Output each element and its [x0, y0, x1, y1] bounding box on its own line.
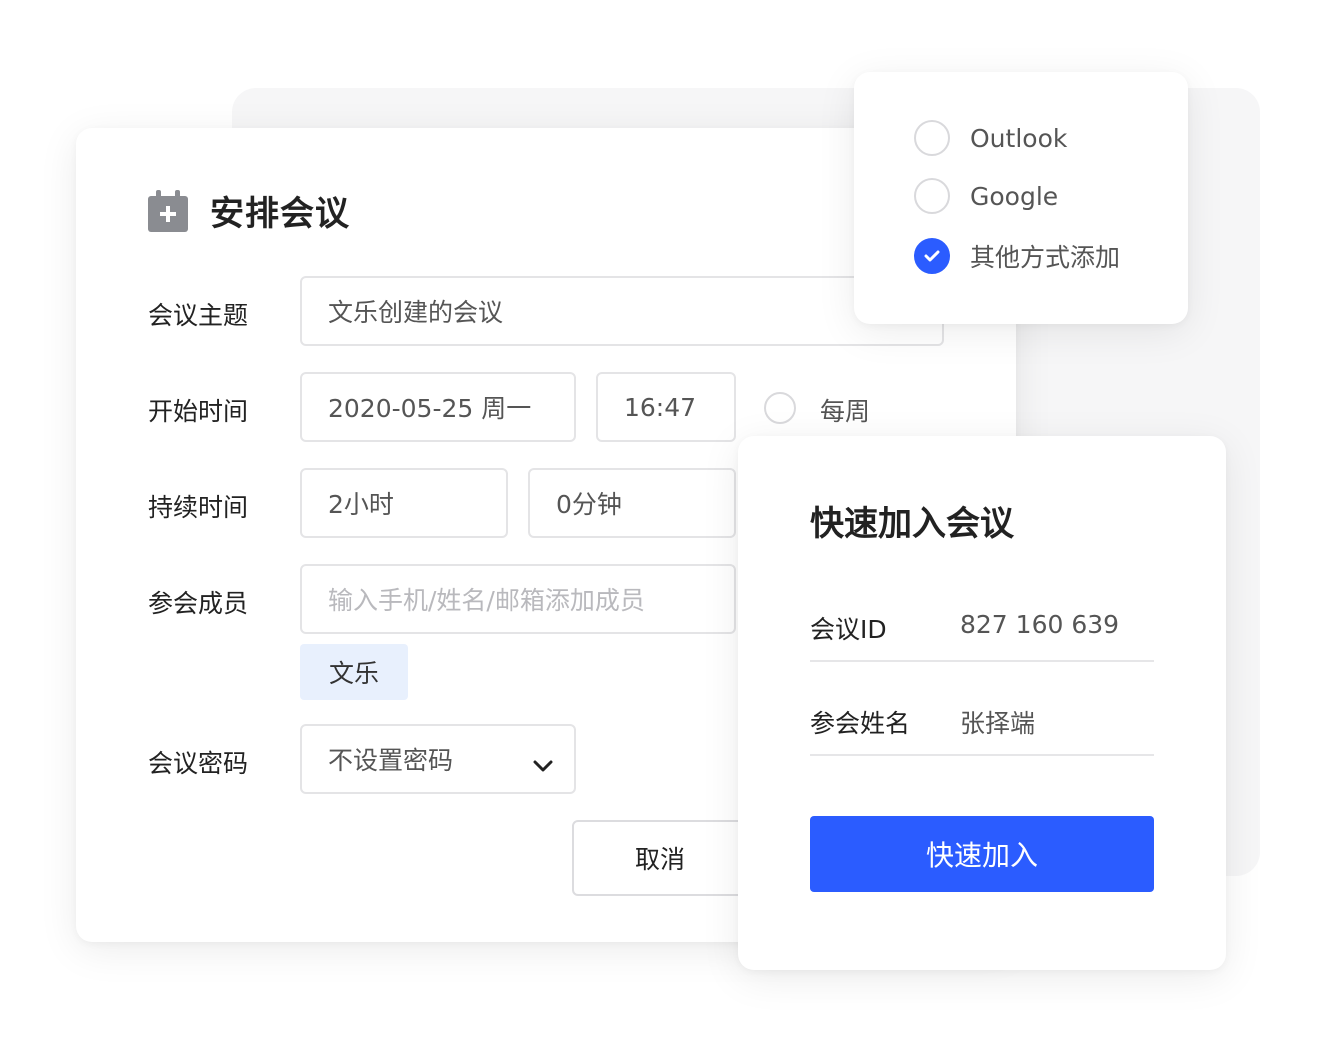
quick-join-card: 快速加入会议 会议ID 827 160 639 参会姓名 张择端 快速加入	[738, 436, 1226, 970]
password-label: 会议密码	[148, 749, 249, 778]
duration-hours-value: 2小时	[328, 490, 394, 519]
duration-minutes-select[interactable]: 0分钟	[528, 468, 736, 538]
topic-input[interactable]: 文乐创建的会议	[300, 276, 944, 346]
members-label: 参会成员	[148, 589, 249, 618]
meeting-id-label: 会议ID	[810, 615, 887, 644]
duration-label: 持续时间	[148, 493, 249, 522]
page-title: 安排会议	[210, 194, 350, 234]
repeat-weekly-radio[interactable]	[764, 392, 796, 424]
repeat-weekly-label: 每周	[820, 397, 871, 426]
time-value: 16:47	[624, 392, 697, 422]
participant-name-label: 参会姓名	[810, 709, 911, 738]
time-picker[interactable]: 16:47	[596, 372, 736, 442]
date-picker[interactable]: 2020-05-25 周一	[300, 372, 576, 442]
quick-join-button[interactable]: 快速加入	[810, 816, 1154, 892]
cancel-button[interactable]: 取消	[572, 820, 748, 896]
other-radio[interactable]	[914, 238, 950, 274]
duration-minutes-value: 0分钟	[556, 490, 622, 519]
other-label: 其他方式添加	[970, 243, 1121, 272]
quick-join-title: 快速加入会议	[810, 504, 1014, 544]
card-header: 安排会议	[148, 186, 350, 235]
participant-name-field[interactable]: 参会姓名 张择端	[810, 666, 1154, 756]
duration-hours-select[interactable]: 2小时	[300, 468, 508, 538]
outlook-label: Outlook	[970, 123, 1068, 153]
google-radio[interactable]	[914, 178, 950, 214]
password-value: 不设置密码	[328, 746, 454, 775]
topic-label: 会议主题	[148, 301, 249, 330]
password-select[interactable]: 不设置密码	[300, 724, 576, 794]
chevron-down-icon	[532, 750, 554, 779]
outlook-radio[interactable]	[914, 120, 950, 156]
google-label: Google	[970, 181, 1059, 211]
calendar-add-icon	[148, 189, 188, 232]
option-other[interactable]: 其他方式添加	[914, 238, 1120, 274]
check-icon	[924, 250, 940, 262]
topic-value: 文乐创建的会议	[328, 298, 504, 327]
calendar-options-popover: Outlook Google 其他方式添加	[854, 72, 1188, 324]
start-time-label: 开始时间	[148, 397, 249, 426]
participant-name-value: 张择端	[960, 709, 1036, 738]
option-outlook[interactable]: Outlook	[914, 120, 1067, 156]
member-chip[interactable]: 文乐	[300, 644, 408, 700]
members-input[interactable]: 输入手机/姓名/邮箱添加成员	[300, 564, 736, 634]
option-google[interactable]: Google	[914, 178, 1058, 214]
members-placeholder: 输入手机/姓名/邮箱添加成员	[328, 586, 645, 615]
meeting-id-value: 827 160 639	[960, 610, 1120, 639]
date-value: 2020-05-25 周一	[328, 394, 532, 423]
meeting-id-field[interactable]: 会议ID 827 160 639	[810, 572, 1154, 662]
